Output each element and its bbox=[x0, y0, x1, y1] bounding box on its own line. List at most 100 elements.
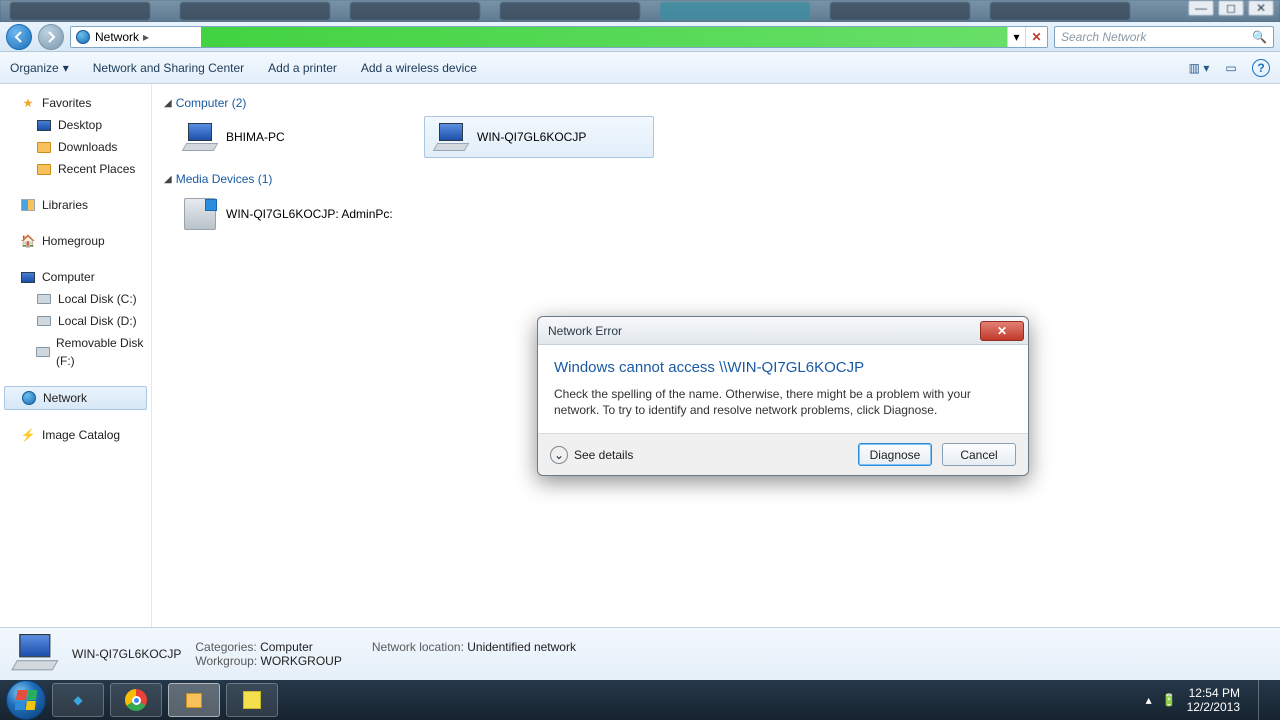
sidebar-item-label: Image Catalog bbox=[42, 426, 120, 444]
sidebar-network[interactable]: Network bbox=[4, 386, 147, 410]
organize-menu[interactable]: Organize ▾ bbox=[10, 61, 69, 75]
see-details-label: See details bbox=[574, 448, 633, 462]
organize-label: Organize bbox=[10, 61, 59, 75]
libraries-icon bbox=[20, 197, 36, 213]
app-icon: ◆ bbox=[73, 693, 82, 707]
show-desktop-button[interactable] bbox=[1258, 680, 1268, 720]
close-icon: ✕ bbox=[997, 324, 1007, 338]
dialog-message: Check the spelling of the name. Otherwis… bbox=[554, 386, 1012, 418]
computer-icon bbox=[20, 269, 36, 285]
details-netloc-label: Network location: bbox=[372, 640, 464, 654]
breadcrumb-root[interactable]: Network bbox=[95, 30, 139, 44]
explorer-toolbar: Organize ▾ Network and Sharing Center Ad… bbox=[0, 52, 1280, 84]
window-minimize-button[interactable]: — bbox=[1188, 0, 1214, 16]
tray-time: 12:54 PM bbox=[1187, 686, 1240, 700]
nav-back-button[interactable] bbox=[6, 24, 32, 50]
window-close-button[interactable]: ✕ bbox=[1248, 0, 1274, 16]
taskbar-pin-unknown[interactable]: ◆ bbox=[52, 683, 104, 717]
sidebar-item-drive-c[interactable]: Local Disk (C:) bbox=[0, 288, 151, 310]
see-details-toggle[interactable]: ⌄ See details bbox=[550, 446, 633, 464]
taskbar-pin-chrome[interactable] bbox=[110, 683, 162, 717]
taskbar: ◆ ▴ 🔋 12:54 PM 12/2/2013 bbox=[0, 680, 1280, 720]
sidebar-item-label: Homegroup bbox=[42, 232, 105, 250]
tray-battery-icon[interactable]: 🔋 bbox=[1162, 693, 1177, 707]
computer-icon bbox=[184, 123, 216, 151]
tray-date: 12/2/2013 bbox=[1187, 700, 1240, 714]
chevron-down-icon: ▾ bbox=[63, 61, 69, 75]
nav-forward-button[interactable] bbox=[38, 24, 64, 50]
toolbar-add-printer[interactable]: Add a printer bbox=[268, 61, 337, 75]
sidebar-item-downloads[interactable]: Downloads bbox=[0, 136, 151, 158]
toolbar-add-wireless-device[interactable]: Add a wireless device bbox=[361, 61, 477, 75]
sidebar-libraries[interactable]: Libraries bbox=[0, 194, 151, 216]
collapse-triangle-icon: ◢ bbox=[164, 98, 172, 109]
sidebar-image-catalog[interactable]: ⚡ Image Catalog bbox=[0, 424, 151, 446]
group-header-label: Computer (2) bbox=[176, 96, 247, 110]
start-button[interactable] bbox=[6, 680, 46, 720]
address-field[interactable]: Network ▸ ▾ ✕ bbox=[70, 26, 1048, 48]
address-bar: Network ▸ ▾ ✕ Search Network 🔍 bbox=[0, 22, 1280, 52]
network-error-dialog: Network Error ✕ Windows cannot access \\… bbox=[537, 316, 1029, 476]
details-workgroup-label: Workgroup: bbox=[195, 654, 257, 668]
search-icon: 🔍 bbox=[1252, 30, 1267, 44]
details-categories-label: Categories: bbox=[195, 640, 256, 654]
dialog-heading: Windows cannot access \\WIN-QI7GL6KOCJP bbox=[554, 359, 1012, 376]
network-icon bbox=[21, 390, 37, 406]
network-item-label: WIN-QI7GL6KOCJP bbox=[477, 130, 586, 144]
sidebar-item-drive-d[interactable]: Local Disk (D:) bbox=[0, 310, 151, 332]
details-workgroup-value: WORKGROUP bbox=[261, 654, 342, 668]
taskbar-pin-explorer[interactable] bbox=[168, 683, 220, 717]
details-netloc-value: Unidentified network bbox=[467, 640, 576, 654]
tray-clock[interactable]: 12:54 PM 12/2/2013 bbox=[1187, 686, 1240, 714]
desktop-icon bbox=[36, 117, 52, 133]
address-dropdown-button[interactable]: ▾ bbox=[1007, 27, 1025, 47]
computer-icon bbox=[435, 123, 467, 151]
details-name: WIN-QI7GL6KOCJP bbox=[72, 647, 181, 661]
folder-icon bbox=[36, 139, 52, 155]
group-header-computer[interactable]: ◢ Computer (2) bbox=[164, 96, 1268, 110]
taskbar-pin-notes[interactable] bbox=[226, 683, 278, 717]
cancel-button[interactable]: Cancel bbox=[942, 443, 1016, 466]
collapse-triangle-icon: ◢ bbox=[164, 174, 172, 185]
sidebar-favorites[interactable]: ★ Favorites bbox=[0, 92, 151, 114]
dialog-close-button[interactable]: ✕ bbox=[980, 321, 1024, 341]
sidebar-computer[interactable]: Computer bbox=[0, 266, 151, 288]
network-item-label: WIN-QI7GL6KOCJP: AdminPc: bbox=[226, 207, 393, 221]
details-pane: WIN-QI7GL6KOCJP Categories: Computer Wor… bbox=[0, 627, 1280, 680]
sidebar-item-desktop[interactable]: Desktop bbox=[0, 114, 151, 136]
star-icon: ★ bbox=[20, 95, 36, 111]
sidebar-item-label: Libraries bbox=[42, 196, 88, 214]
sidebar-item-label: Desktop bbox=[58, 116, 102, 134]
drive-icon bbox=[36, 313, 52, 329]
network-computer-item[interactable]: BHIMA-PC bbox=[174, 116, 404, 158]
dialog-titlebar[interactable]: Network Error ✕ bbox=[538, 317, 1028, 345]
sidebar-item-drive-f[interactable]: Removable Disk (F:) bbox=[0, 332, 151, 372]
help-button[interactable]: ? bbox=[1252, 59, 1270, 77]
sidebar-item-label: Local Disk (D:) bbox=[58, 312, 137, 330]
catalog-icon: ⚡ bbox=[20, 427, 36, 443]
preview-pane-button[interactable]: ▭ bbox=[1220, 57, 1242, 79]
content-pane: ◢ Computer (2) BHIMA-PC WIN-QI7GL6KOCJP … bbox=[152, 84, 1280, 627]
sidebar-favorites-label: Favorites bbox=[42, 94, 91, 112]
sidebar-homegroup[interactable]: 🏠 Homegroup bbox=[0, 230, 151, 252]
group-header-label: Media Devices (1) bbox=[176, 172, 273, 186]
search-input[interactable]: Search Network 🔍 bbox=[1054, 26, 1274, 48]
tray-show-hidden-icon[interactable]: ▴ bbox=[1146, 693, 1152, 707]
windows-logo-icon bbox=[15, 690, 38, 710]
system-tray: ▴ 🔋 12:54 PM 12/2/2013 bbox=[1146, 680, 1274, 720]
media-device-item[interactable]: WIN-QI7GL6KOCJP: AdminPc: bbox=[174, 192, 474, 236]
sticky-note-icon bbox=[243, 691, 261, 709]
group-header-media-devices[interactable]: ◢ Media Devices (1) bbox=[164, 172, 1268, 186]
network-computer-item[interactable]: WIN-QI7GL6KOCJP bbox=[424, 116, 654, 158]
details-thumbnail bbox=[14, 634, 58, 674]
arrow-left-icon bbox=[13, 31, 25, 43]
diagnose-button[interactable]: Diagnose bbox=[858, 443, 932, 466]
window-maximize-button[interactable]: ◻ bbox=[1218, 0, 1244, 16]
address-stop-button[interactable]: ✕ bbox=[1025, 27, 1047, 47]
sidebar-item-label: Downloads bbox=[58, 138, 117, 156]
homegroup-icon: 🏠 bbox=[20, 233, 36, 249]
sidebar-item-label: Local Disk (C:) bbox=[58, 290, 137, 308]
view-options-button[interactable]: ▥ ▾ bbox=[1188, 57, 1210, 79]
toolbar-network-sharing-center[interactable]: Network and Sharing Center bbox=[93, 61, 244, 75]
sidebar-item-recent-places[interactable]: Recent Places bbox=[0, 158, 151, 180]
